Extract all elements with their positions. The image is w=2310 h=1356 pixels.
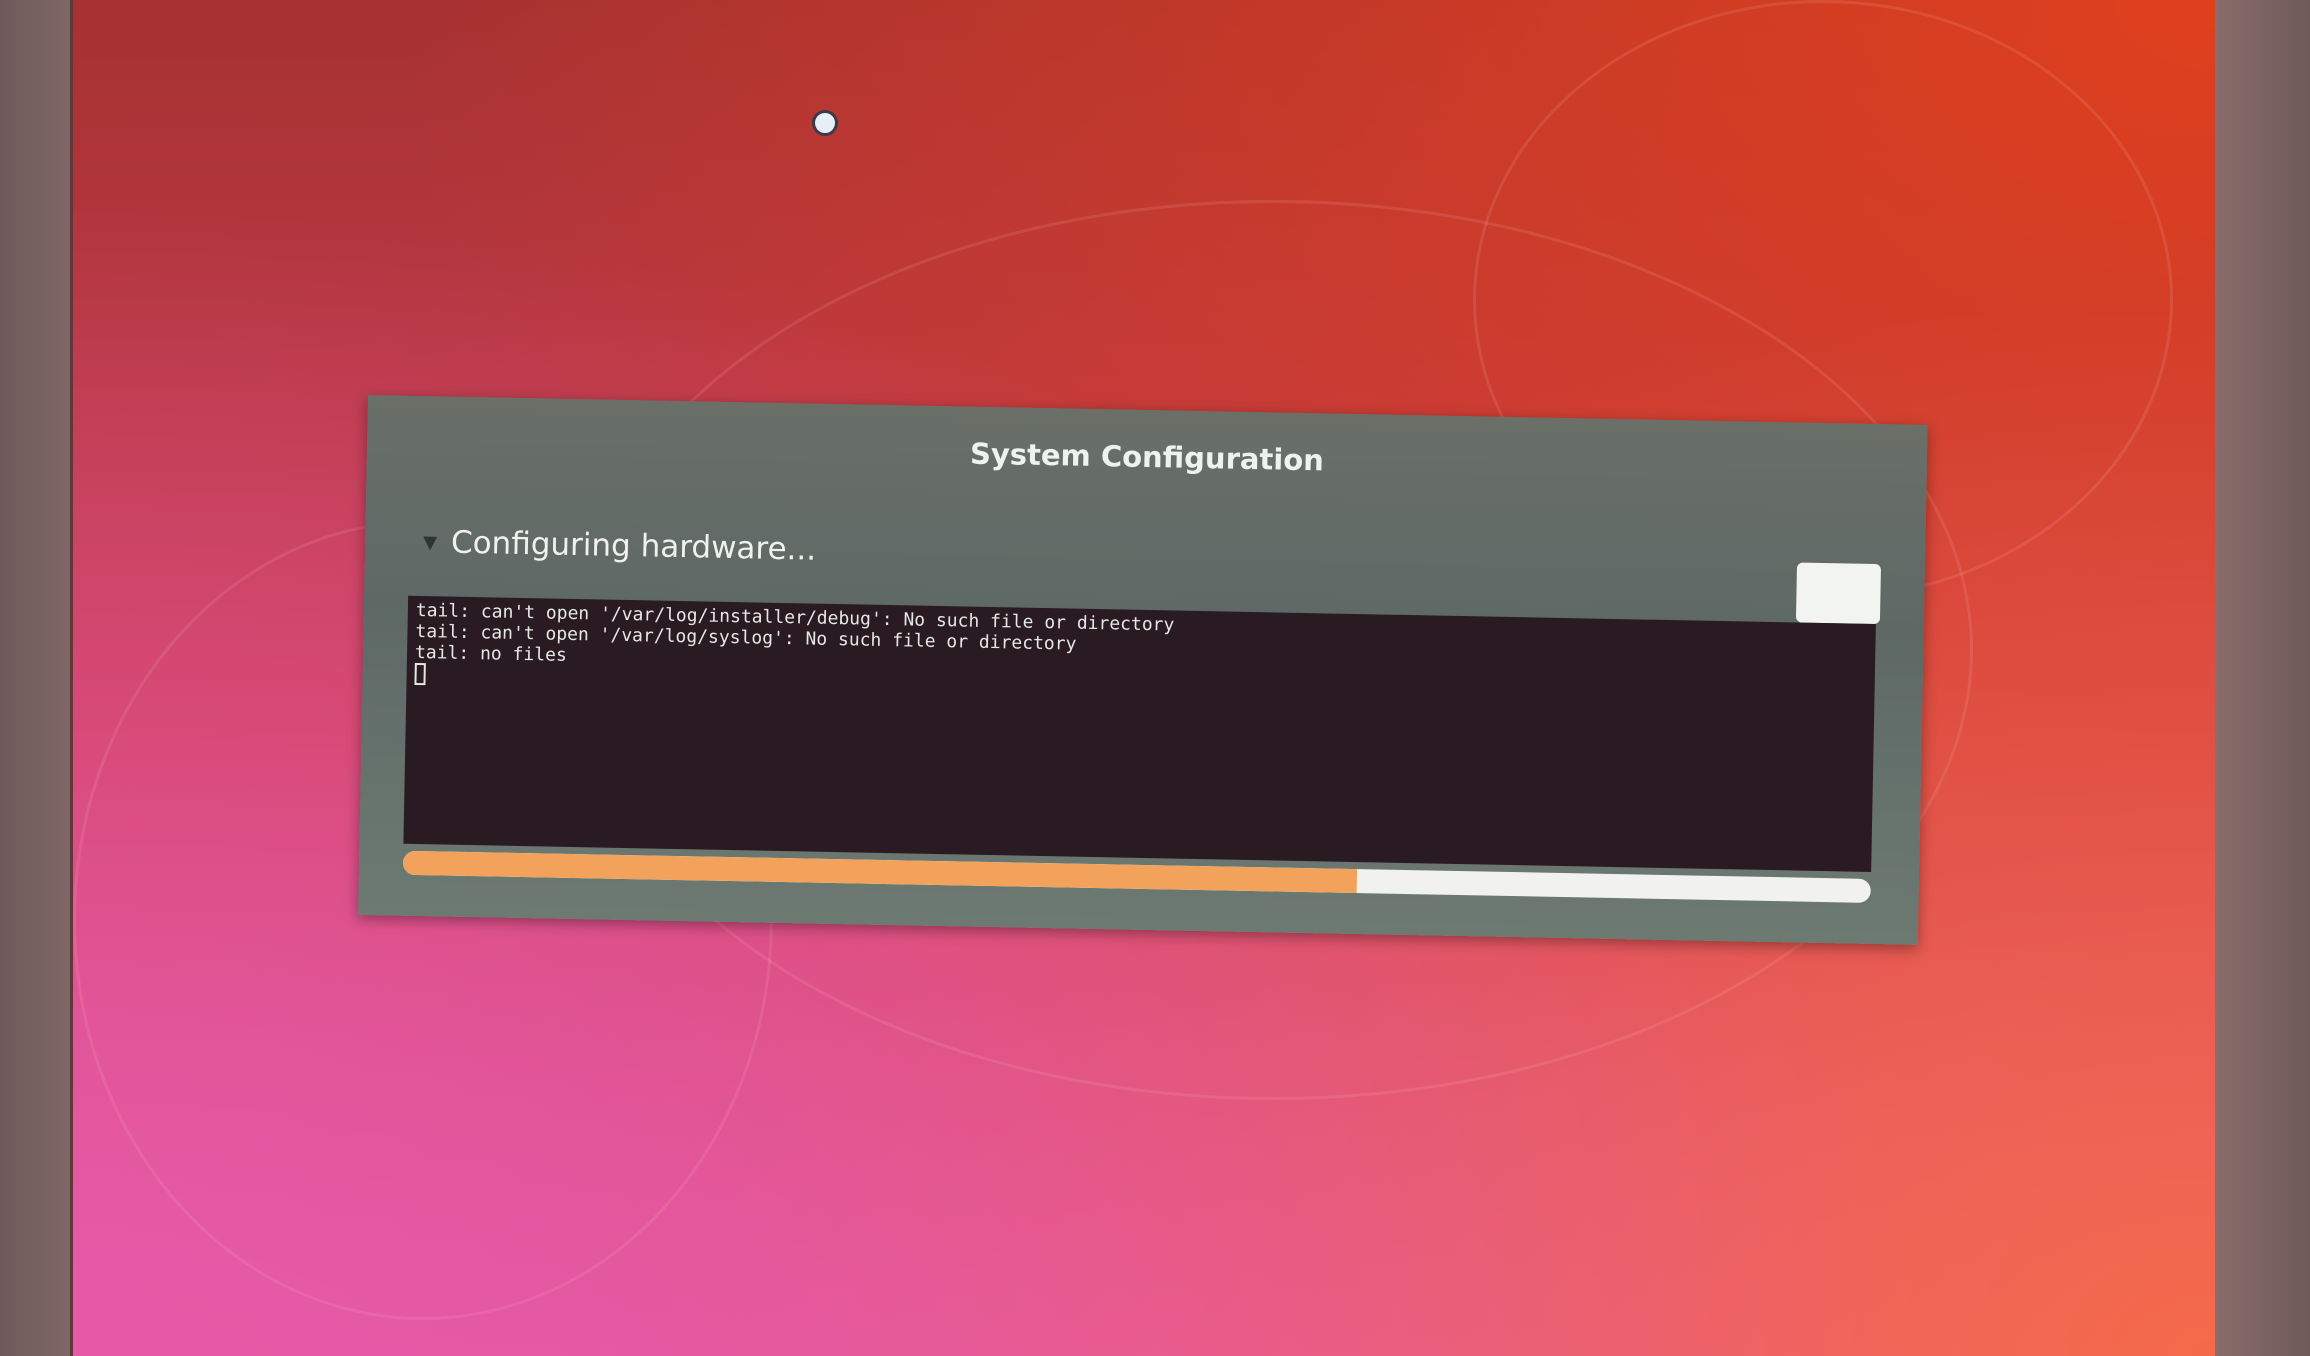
expander-arrow-icon: ▼ bbox=[422, 531, 438, 553]
monitor-bezel-right bbox=[2215, 0, 2310, 1356]
dialog-button[interactable] bbox=[1795, 562, 1882, 625]
details-expander[interactable]: ▼ Configuring hardware... bbox=[423, 524, 817, 568]
status-label: Configuring hardware... bbox=[450, 524, 817, 568]
dialog-title: System Configuration bbox=[969, 436, 1325, 478]
system-configuration-dialog: System Configuration ▼ Configuring hardw… bbox=[358, 395, 1928, 945]
busy-cursor-icon bbox=[812, 110, 838, 136]
terminal-output: tail: can't open '/var/log/installer/deb… bbox=[403, 595, 1876, 872]
terminal-cursor bbox=[414, 662, 426, 686]
